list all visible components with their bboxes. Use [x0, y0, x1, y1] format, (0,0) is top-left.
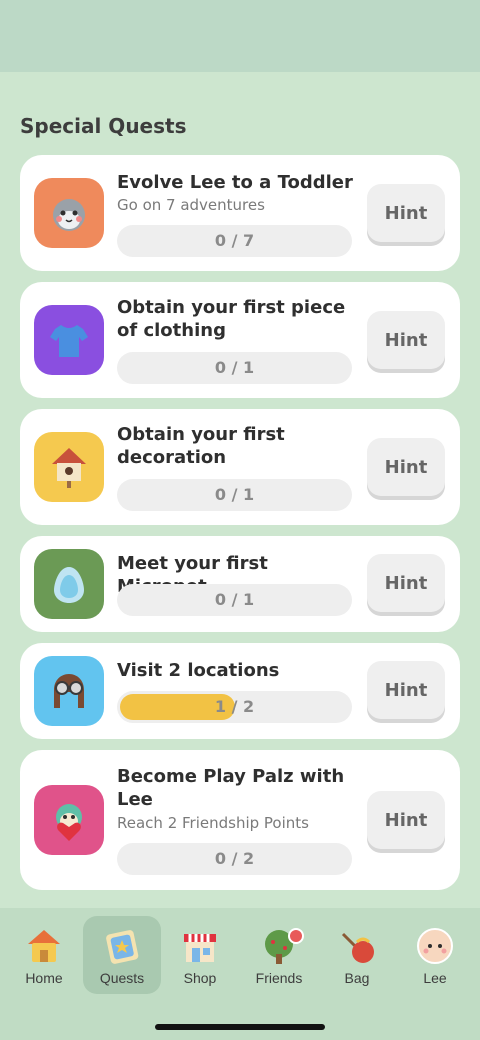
quest-title: Visit 2 locations	[117, 660, 280, 681]
quest-progress-text: 0 / 7	[214, 231, 255, 250]
quest-card-micropet: Meet your first Micropet 0 / 1 Hint	[20, 536, 460, 632]
quest-subtitle: Reach 2 Friendship Points	[117, 814, 309, 832]
nav-label: Lee	[423, 970, 447, 986]
quest-subtitle: Go on 7 adventures	[117, 196, 265, 214]
quest-progress-text: 0 / 1	[214, 485, 255, 504]
friend-heart-icon	[34, 785, 104, 855]
shop-icon	[184, 934, 216, 962]
hint-button[interactable]: Hint	[367, 438, 445, 496]
quest-title: Evolve Lee to a Toddler	[117, 172, 353, 193]
hint-button[interactable]: Hint	[367, 554, 445, 612]
nav-label: Shop	[183, 970, 217, 986]
aviator-helmet-icon	[34, 656, 104, 726]
nav-item-shop[interactable]: Shop	[161, 916, 239, 994]
quests-icon	[106, 930, 139, 964]
nav-item-home[interactable]: Home	[5, 916, 83, 994]
hint-button[interactable]: Hint	[367, 661, 445, 719]
nav-item-bag[interactable]: Bag	[318, 916, 396, 994]
quest-card-play-palz: Become Play Palz with Lee Reach 2 Friend…	[20, 750, 460, 890]
bag-icon	[341, 932, 374, 963]
quest-progress-bar: 1 / 2	[117, 691, 352, 723]
nav-item-lee[interactable]: Lee	[396, 916, 474, 994]
quest-progress-bar: 0 / 1	[117, 479, 352, 511]
nav-label: Home	[25, 970, 63, 986]
quest-card-locations: Visit 2 locations 1 / 2 Hint	[20, 643, 460, 739]
bottom-nav: Home Quests Shop Friends Bag Lee	[0, 908, 480, 1040]
quest-progress-bar: 0 / 2	[117, 843, 352, 875]
quest-progress-text: 0 / 2	[214, 849, 255, 868]
birdhouse-icon	[34, 432, 104, 502]
hint-button[interactable]: Hint	[367, 311, 445, 369]
nav-label: Quests	[99, 970, 145, 986]
pet-face-icon	[34, 178, 104, 248]
egg-icon	[34, 549, 104, 619]
quest-progress-text: 0 / 1	[214, 590, 255, 609]
nav-item-quests[interactable]: Quests	[83, 916, 161, 994]
nav-label: Bag	[344, 970, 370, 986]
hint-button[interactable]: Hint	[367, 791, 445, 849]
quest-progress-bar: 0 / 7	[117, 225, 352, 257]
quest-title: Obtain your first piece of clothing	[117, 297, 346, 341]
quest-progress-bar: 0 / 1	[117, 352, 352, 384]
quest-title: Obtain your first decoration	[117, 424, 285, 468]
quest-progress-text: 1 / 2	[214, 697, 255, 716]
home-icon	[28, 930, 60, 962]
quest-card-decoration: Obtain your first decoration 0 / 1 Hint	[20, 409, 460, 525]
notification-badge	[288, 928, 304, 944]
quest-card-evolve: Evolve Lee to a Toddler Go on 7 adventur…	[20, 155, 460, 271]
quest-progress-bar: 0 / 1	[117, 584, 352, 616]
nav-label: Friends	[255, 970, 303, 986]
quest-card-clothing: Obtain your first piece of clothing 0 / …	[20, 282, 460, 398]
hint-button[interactable]: Hint	[367, 184, 445, 242]
page-title: Special Quests	[20, 114, 187, 138]
nav-item-friends[interactable]: Friends	[240, 916, 318, 994]
quest-title: Become Play Palz with Lee	[117, 766, 345, 810]
status-bar-area	[0, 0, 480, 72]
lee-face-icon	[417, 928, 453, 964]
quest-progress-text: 0 / 1	[214, 358, 255, 377]
shirt-icon	[34, 305, 104, 375]
home-indicator	[155, 1024, 325, 1030]
